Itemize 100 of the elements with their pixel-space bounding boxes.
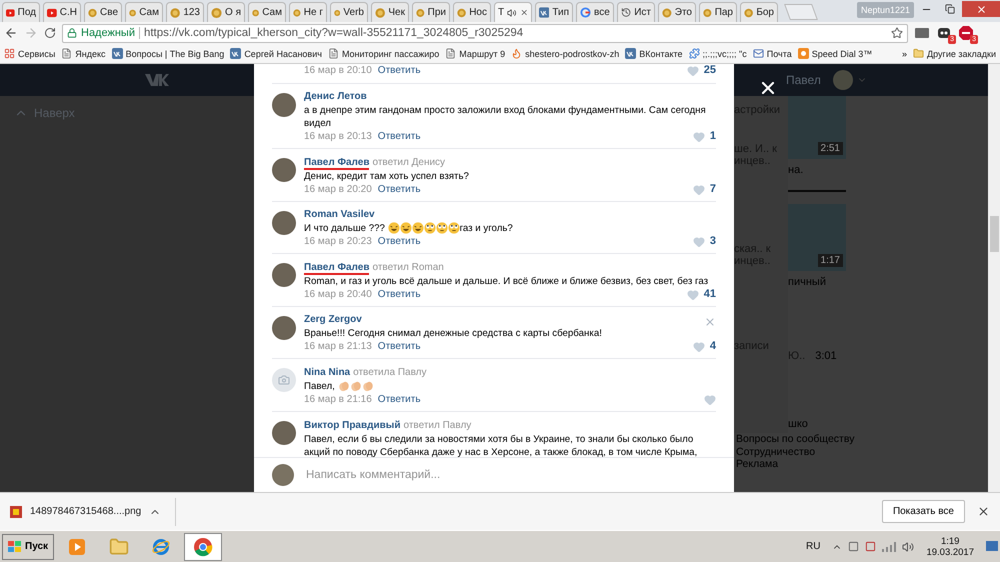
browser-tab[interactable]: С.Н [43, 2, 81, 22]
browser-tab[interactable]: Это [658, 2, 696, 22]
security-label: Надежный [81, 27, 135, 39]
page-icon [445, 48, 456, 59]
volume-icon[interactable] [902, 540, 914, 552]
avatar-photo-placeholder[interactable] [272, 211, 296, 235]
show-desktop-icon[interactable] [986, 540, 998, 552]
comment-author[interactable]: Павел Фалев [304, 157, 370, 170]
bookmark-item[interactable]: ;;.;;;vc;;;; "c [688, 48, 747, 59]
reply-link[interactable]: Ответить [378, 235, 421, 248]
reply-to-label: ответил Денису [372, 156, 446, 169]
bookmarks-overflow[interactable]: » [902, 48, 908, 58]
bookmark-item[interactable]: ВКонтакте [625, 48, 683, 59]
bookmark-item[interactable]: Маршрут 9 [445, 48, 506, 59]
vk-icon [539, 7, 550, 18]
browser-globe-icon[interactable] [151, 536, 172, 556]
heart-icon [692, 130, 705, 142]
download-item[interactable]: 148978467315468....png [10, 498, 176, 526]
avatar-photo-placeholder[interactable] [272, 316, 296, 340]
tray-app-icon[interactable] [865, 541, 876, 552]
comment-author[interactable]: Виктор Правдивый [304, 420, 400, 433]
coin-icon [662, 6, 672, 18]
start-button[interactable]: Пуск [2, 534, 54, 560]
bookmark-item[interactable]: shestero-podrostkov-zh [511, 48, 620, 59]
browser-tab[interactable]: Под [2, 2, 40, 22]
chrome-icon[interactable] [193, 536, 214, 556]
stop-sign-icon [959, 26, 973, 40]
coin-icon [170, 6, 180, 18]
comment-date: 16 мар в 20:10 [304, 64, 372, 77]
browser-tab[interactable]: Нос [453, 2, 491, 22]
avatar-photo-placeholder[interactable] [272, 93, 296, 117]
reply-link[interactable]: Ответить [378, 183, 421, 196]
like-button[interactable]: 7 [692, 183, 716, 196]
reload-icon[interactable] [44, 27, 56, 39]
browser-tab[interactable]: Сам [125, 2, 163, 22]
like-button[interactable]: 3 [692, 235, 716, 248]
comment-date: 16 мар в 21:13 [304, 340, 372, 353]
back-icon[interactable] [4, 26, 18, 40]
bookmark-item[interactable]: Сервисы [4, 48, 56, 59]
comment-author[interactable]: Roman Vasilev [304, 209, 375, 222]
other-bookmarks[interactable]: Другие закладки [913, 48, 996, 59]
folder-icon [913, 48, 924, 59]
avatar-photo-placeholder[interactable] [272, 158, 296, 182]
bookmark-item[interactable]: Яндекс [61, 48, 106, 59]
like-button[interactable]: 1 [692, 130, 716, 143]
bookmark-item[interactable]: Вопросы | The Big Bang [112, 48, 224, 59]
browser-tab[interactable]: Пар [699, 2, 737, 22]
reply-link[interactable]: Ответить [378, 288, 421, 301]
browser-tab[interactable]: Бор [740, 2, 778, 22]
comment-date: 16 мар в 20:40 [304, 288, 372, 301]
vk-icon [112, 48, 123, 59]
comment-author[interactable]: Павел Фалев [304, 262, 370, 275]
avatar-photo-placeholder[interactable] [272, 421, 296, 445]
bookmark-item[interactable]: Почта [752, 48, 792, 59]
address-bar[interactable]: Надежный https://vk.com/typical_kherson_city?w=wall-35521171_3024805_r3025294 [62, 24, 908, 42]
bookmark-item[interactable]: Сергей Насанович [230, 48, 322, 59]
clock[interactable]: 1:19 19.03.2017 [926, 536, 974, 558]
browser-tab[interactable]: Verb [330, 2, 368, 22]
browser-tab[interactable]: Све [84, 2, 122, 22]
image-file-icon [10, 506, 22, 518]
browser-tab[interactable]: Ист [617, 2, 655, 22]
heart-icon [686, 288, 699, 300]
vk-icon [625, 48, 636, 59]
browser-tab[interactable]: 123 [166, 2, 204, 22]
reply-link[interactable]: Ответить [378, 340, 421, 353]
browser-tab[interactable]: Т [494, 2, 532, 22]
reply-link[interactable]: Ответить [378, 64, 421, 77]
like-button[interactable]: 41 [686, 288, 716, 301]
comment-date: 16 мар в 21:16 [304, 393, 372, 406]
language-indicator[interactable]: RU [806, 541, 820, 552]
video-thumbnail[interactable]: 1:17 [788, 204, 846, 271]
tray-app-icon[interactable] [848, 541, 860, 552]
laughing-emoji-icon [388, 222, 400, 234]
restore-icon[interactable] [945, 4, 955, 14]
coin-icon [211, 6, 222, 18]
browser-tab[interactable]: При [412, 2, 450, 22]
eye-roll-emoji-icon [436, 222, 448, 234]
browser-tab[interactable]: Сам [248, 2, 286, 22]
browser-tab[interactable]: Чек [371, 2, 409, 22]
video-thumbnail[interactable]: 2:51 [788, 96, 846, 159]
avatar-photo-placeholder[interactable] [272, 263, 296, 287]
comment-author[interactable]: Nina Nina [304, 367, 350, 380]
reply-link[interactable]: Ответить [378, 130, 421, 143]
comment-author[interactable]: Денис Летов [304, 91, 367, 104]
like-button[interactable]: 25 [686, 64, 716, 77]
show-all-button[interactable]: Показать все [882, 500, 965, 523]
like-button[interactable]: 4 [692, 340, 716, 353]
browser-tab[interactable]: все [576, 2, 614, 22]
reply-link[interactable]: Ответить [378, 393, 421, 406]
flame-icon [511, 48, 522, 59]
browser-tab[interactable]: Не г [289, 2, 327, 22]
browser-tab[interactable]: Тип [535, 2, 573, 22]
puzzle-icon [688, 48, 700, 59]
bookmark-star-icon[interactable] [891, 27, 903, 39]
bookmark-item[interactable]: Мониторинг пассажиро [328, 48, 440, 59]
close-icon[interactable] [977, 505, 990, 518]
browser-tab[interactable]: О я [207, 2, 245, 22]
close-window-button[interactable] [962, 1, 1000, 17]
bookmark-item[interactable]: Speed Dial 3™ [798, 48, 872, 59]
comment-author[interactable]: Zerg Zergov [304, 314, 362, 327]
